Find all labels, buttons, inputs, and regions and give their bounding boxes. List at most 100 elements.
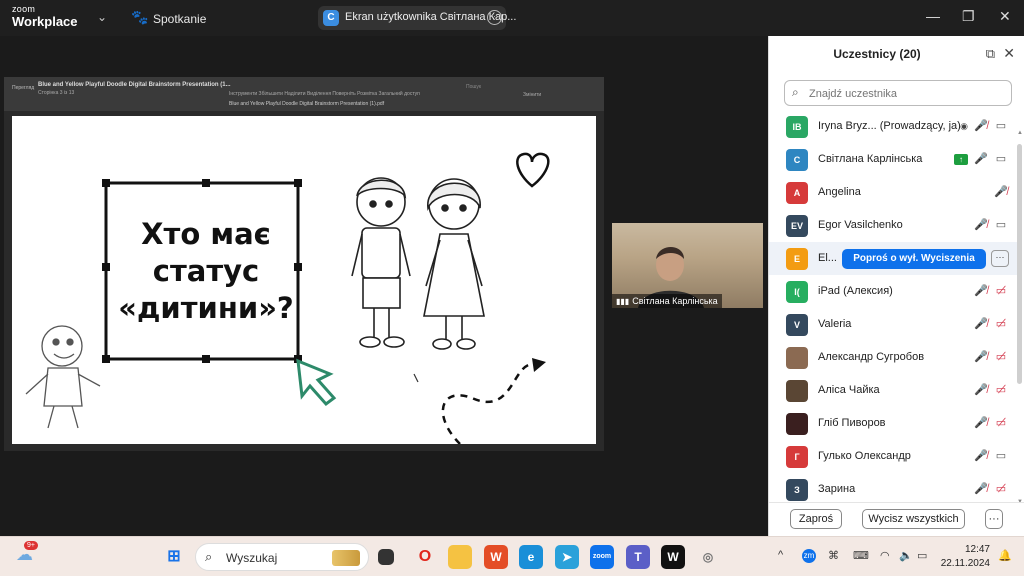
pdf-title: Blue and Yellow Playful Doodle Digital B… [38, 82, 231, 88]
mic-muted-icon[interactable]: 🎤̸ [973, 118, 989, 134]
boy-doodle [351, 177, 411, 348]
participant-search-input[interactable] [809, 85, 1005, 102]
panel-footer: Zaproś Wycisz wszystkich ··· [769, 502, 1024, 536]
participant-row[interactable]: Гліб Пиворов 🎤̸ ▭̸ [769, 407, 1017, 440]
chevron-up-icon[interactable]: ^ [778, 549, 783, 561]
app-icon[interactable]: W [661, 545, 685, 569]
camera-off-icon[interactable]: ▭̸ [993, 382, 1009, 398]
meeting-label[interactable]: Spotkanie [153, 12, 206, 26]
pop-out-icon[interactable]: ⧉ [986, 46, 995, 62]
participant-row[interactable]: V Valeria 🎤̸ ▭̸ [769, 308, 1017, 341]
mic-muted-icon[interactable]: 🎤̸ [973, 448, 989, 464]
camera-off-icon[interactable]: ▭̸ [993, 481, 1009, 497]
participant-row[interactable]: Аліса Чайка 🎤̸ ▭̸ [769, 374, 1017, 407]
participant-row[interactable]: IB Iryna Bryz... (Prowadzący, ja) ◉ 🎤̸ ▭ [769, 110, 1017, 143]
file-explorer-icon[interactable] [448, 545, 472, 569]
participant-list: IB Iryna Bryz... (Prowadzący, ja) ◉ 🎤̸ ▭… [769, 110, 1017, 506]
slide-doodles [25, 152, 550, 444]
avatar: IB [786, 116, 808, 138]
mic-icon[interactable]: 🎤 [973, 151, 989, 167]
camera-off-icon[interactable]: ▭̸ [993, 283, 1009, 299]
participant-name: Світлана Карлінська [818, 153, 923, 165]
participant-name: Valeria [818, 318, 852, 330]
office-icon[interactable]: W [484, 545, 508, 569]
avatar: C [786, 149, 808, 171]
notifications-icon[interactable]: 🔔 [998, 549, 1012, 562]
avatar-photo [786, 347, 808, 369]
participant-name: Egor Vasilchenko [818, 219, 903, 231]
camera-icon[interactable]: ▭ [993, 217, 1009, 233]
invite-button[interactable]: Zaproś [790, 509, 842, 529]
teams-icon[interactable]: T [626, 545, 650, 569]
keyboard-icon[interactable]: ⌨ [853, 549, 869, 562]
zoom-window: zoom Workplace ⌄ 🐾 Spotkanie C Ekran uży… [0, 0, 1024, 576]
camera-off-icon[interactable]: ▭̸ [993, 316, 1009, 332]
edge-icon[interactable]: e [519, 545, 543, 569]
scrollbar[interactable] [1017, 144, 1022, 384]
tray-app-icon[interactable]: ⌘ [828, 549, 839, 562]
more-options-icon[interactable]: ··· [487, 10, 502, 25]
meeting-icon: 🐾 [131, 9, 149, 25]
telegram-icon[interactable]: ➤ [555, 545, 579, 569]
participant-name: Александр Сугробов [818, 351, 925, 363]
more-options-icon[interactable]: ··· [991, 250, 1009, 267]
mic-muted-icon[interactable]: 🎤̸ [973, 217, 989, 233]
close-icon[interactable]: ✕ [1003, 45, 1015, 62]
taskbar-search-label: Wyszukaj [226, 551, 278, 565]
wifi-icon[interactable]: ◠ [880, 549, 890, 562]
avatar: A [786, 182, 808, 204]
zoom-logo: zoom Workplace [12, 4, 78, 29]
dashed-arrow-doodle [441, 362, 533, 444]
taskbar-search[interactable]: ⌕ Wyszukaj [195, 543, 369, 571]
participant-row[interactable]: Г Гулько Олександр 🎤̸ ▭ [769, 440, 1017, 473]
sharer-avatar: C [323, 10, 339, 26]
more-options-button[interactable]: ··· [985, 509, 1003, 529]
restore-icon[interactable]: ❐ [962, 8, 975, 25]
mic-muted-icon[interactable]: 🎤̸ [973, 382, 989, 398]
volume-icon[interactable]: 🔈 [899, 549, 913, 562]
mic-muted-icon[interactable]: 🎤̸ [973, 415, 989, 431]
pdf-filename: Blue and Yellow Playful Doodle Digital B… [229, 101, 385, 107]
minimize-icon[interactable]: — [926, 8, 940, 24]
zoom-tray-icon[interactable]: zm [802, 549, 816, 563]
mic-muted-icon[interactable]: 🎤̸ [973, 349, 989, 365]
pdf-sidebar-toggle: Перегляд [12, 85, 35, 91]
participant-search[interactable]: ⌕ [784, 80, 1012, 106]
title-bar: zoom Workplace ⌄ 🐾 Spotkanie C Ekran uży… [0, 0, 1024, 36]
chevron-down-icon[interactable]: ⌄ [97, 10, 107, 24]
camera-icon[interactable]: ▭ [993, 448, 1009, 464]
logo-zoom-text: zoom [12, 4, 36, 14]
participant-row[interactable]: I( iPad (Алексия) 🎤̸ ▭̸ [769, 275, 1017, 308]
opera-icon[interactable]: O [413, 545, 437, 569]
camera-icon[interactable]: ▭ [993, 118, 1009, 134]
participant-video-tile[interactable]: ▮▮▮ Світлана Карлінська [612, 223, 763, 308]
participant-row[interactable]: E El... Poproś o wył. Wyciszenia ··· [769, 242, 1017, 275]
battery-icon[interactable]: ▭ [917, 549, 927, 562]
mic-muted-icon[interactable]: 🎤̸ [973, 283, 989, 299]
system-clock[interactable]: 12:47 22.11.2024 [940, 543, 990, 571]
mic-muted-icon[interactable]: 🎤̸ [993, 184, 1009, 200]
participant-row[interactable]: C Світлана Карлінська ↑ 🎤 ▭ [769, 143, 1017, 176]
ask-to-unmute-button[interactable]: Poproś o wył. Wyciszenia [842, 249, 986, 269]
avatar: I( [786, 281, 808, 303]
screen-share-indicator[interactable]: C Ekran użytkownika Світлана Кар... ··· [318, 6, 516, 30]
camera-off-icon[interactable]: ▭̸ [993, 415, 1009, 431]
participant-name: Iryna Bryz... (Prowadzący, ja) [818, 120, 961, 132]
participant-row[interactable]: Александр Сугробов 🎤̸ ▭̸ [769, 341, 1017, 374]
zoom-icon[interactable]: zoom [590, 545, 614, 569]
shared-screen: Перегляд Blue and Yellow Playful Doodle … [4, 77, 604, 451]
close-icon[interactable]: ✕ [999, 8, 1011, 25]
scroll-up-icon[interactable]: ▲ [1017, 130, 1023, 136]
girl-doodle [423, 178, 485, 350]
settings-icon[interactable]: ◎ [696, 545, 720, 569]
camera-icon[interactable]: ▭ [993, 151, 1009, 167]
participant-row[interactable]: A Angelina 🎤̸ [769, 176, 1017, 209]
task-view-icon[interactable] [378, 549, 394, 565]
video-name-label: ▮▮▮ Світлана Карлінська [612, 294, 722, 308]
camera-off-icon[interactable]: ▭̸ [993, 349, 1009, 365]
mic-muted-icon[interactable]: 🎤̸ [973, 481, 989, 497]
participant-row[interactable]: EV Egor Vasilchenko 🎤̸ ▭ [769, 209, 1017, 242]
mic-muted-icon[interactable]: 🎤̸ [973, 316, 989, 332]
start-icon[interactable]: ⊞ [162, 545, 186, 569]
mute-all-button[interactable]: Wycisz wszystkich [862, 509, 965, 529]
